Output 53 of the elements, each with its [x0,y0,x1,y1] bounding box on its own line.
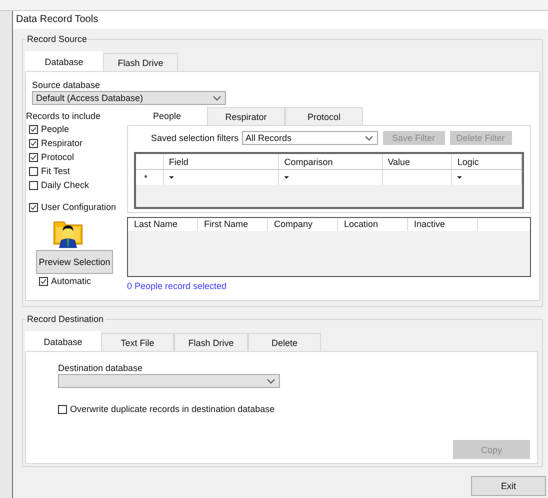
checkbox[interactable] [29,180,38,190]
checkbox[interactable] [29,166,38,176]
checkbox[interactable] [58,404,67,414]
tab[interactable]: Delete [248,333,321,351]
source-database-dropdown[interactable]: Default (Access Database) [32,91,226,105]
checkbox-label: Respirator [41,138,83,148]
filter-grid[interactable]: Field Comparison Value Logic * [134,152,524,209]
checkbox-label: Overwrite duplicate records in destination database [70,404,275,414]
column-header: Value [382,154,452,169]
results-list[interactable]: Last Name First Name Company Location Inactive [127,217,531,277]
checkbox[interactable] [29,202,38,212]
checkbox-label: Daily Check [41,180,90,190]
chevron-down-icon [213,96,221,100]
column-header: First Name [198,218,268,231]
column-header: Location [338,218,408,231]
column-header: Inactive [408,218,478,231]
dropdown-arrow-icon [457,176,462,179]
tab[interactable]: Protocol [285,107,363,125]
column-header: Company [268,218,338,231]
preview-selection-button[interactable]: Preview Selection [36,250,113,274]
group-label: Record Source [26,34,88,45]
window-title: Data Record Tools [13,11,548,29]
tab[interactable]: Respirator [207,107,285,125]
column-header: Last Name [128,218,198,231]
field-label: Source database [32,80,102,91]
tab[interactable]: Database [25,51,103,71]
checkbox-label: People [41,124,70,134]
column-header: Field [164,154,280,169]
exit-button[interactable]: Exit [471,476,546,496]
tab[interactable]: Flash Drive [174,333,248,351]
chevron-down-icon [267,378,275,384]
selection-status: 0 People record selected [127,281,228,292]
group-label: Record Destination [26,314,105,325]
chevron-down-icon [364,136,373,140]
column-header: Logic [452,154,522,169]
field-label: Saved selection filters [151,133,239,143]
checkbox-label: Automatic [51,276,92,286]
checkbox[interactable] [39,276,48,286]
field-label: Destination database [58,363,144,374]
dropdown-arrow-icon [168,176,174,179]
checkbox[interactable] [29,124,38,134]
section-label: Records to include [26,111,102,122]
column-header: Comparison [279,154,383,169]
checkbox-label: User Configuration [41,202,116,212]
checkbox[interactable] [29,152,38,162]
saved-filters-dropdown[interactable]: All Records [242,131,378,145]
checkbox[interactable] [29,138,38,148]
tab[interactable]: Flash Drive [103,53,178,71]
checkbox-label: Fit Test [41,166,70,176]
tab[interactable]: Database [25,331,101,351]
tab[interactable]: Text File [101,333,174,351]
dropdown-arrow-icon [284,176,290,179]
checkbox-label: Protocol [41,152,74,162]
